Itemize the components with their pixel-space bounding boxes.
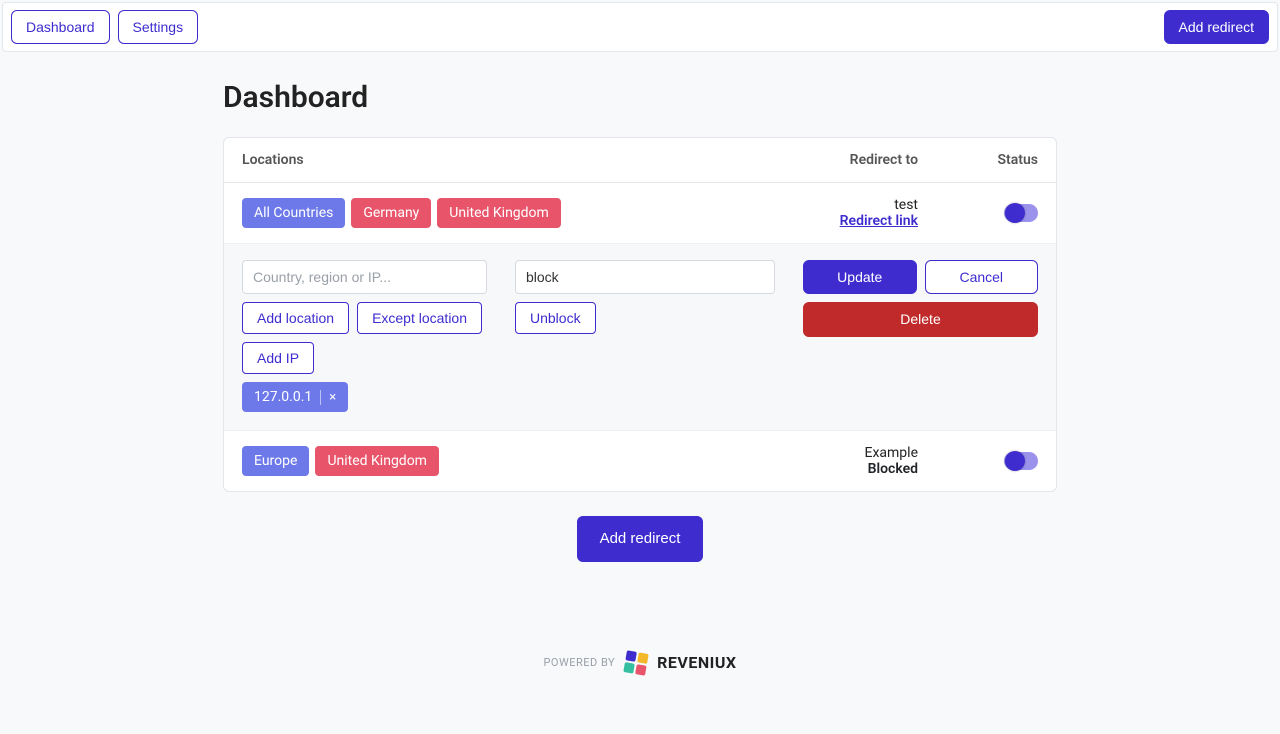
status-cell (918, 452, 1038, 470)
powered-by-label: POWERED BY (543, 656, 615, 669)
page-title: Dashboard (223, 80, 1057, 115)
message-input[interactable] (515, 260, 775, 294)
unblock-button[interactable]: Unblock (515, 302, 596, 334)
edit-actions: Update Cancel Delete (803, 260, 1038, 412)
ip-chip[interactable]: 127.0.0.1 × (242, 382, 348, 412)
add-ip-button[interactable]: Add IP (242, 342, 314, 374)
edit-left-col: Add location Except location Add IP 127.… (242, 260, 487, 412)
top-bar: Dashboard Settings Add redirect (2, 2, 1278, 52)
status-cell (918, 204, 1038, 222)
table-header: Locations Redirect to Status (224, 138, 1056, 183)
footer: POWERED BY REVENIUX (0, 622, 1280, 734)
except-location-button[interactable]: Except location (357, 302, 482, 334)
add-redirect-bottom-button[interactable]: Add redirect (577, 516, 704, 562)
location-tag[interactable]: United Kingdom (315, 446, 439, 476)
status-toggle[interactable] (1004, 452, 1038, 470)
location-tag[interactable]: United Kingdom (437, 198, 561, 228)
redirect-cell: Example Blocked (658, 445, 918, 477)
redirect-status-text: Blocked (658, 461, 918, 477)
page-container: Dashboard Locations Redirect to Status A… (215, 80, 1065, 562)
table-row: All Countries Germany United Kingdom tes… (224, 183, 1056, 244)
top-nav-left: Dashboard Settings (11, 10, 198, 44)
redirect-cell: test Redirect link (658, 197, 918, 229)
status-toggle[interactable] (1004, 204, 1038, 222)
location-tag[interactable]: Europe (242, 446, 309, 476)
location-tags: Europe United Kingdom (242, 446, 658, 476)
col-header-status: Status (918, 152, 1038, 168)
col-header-locations: Locations (242, 152, 658, 168)
brand-name: REVENIUX (657, 653, 736, 672)
location-input[interactable] (242, 260, 487, 294)
location-tag[interactable]: All Countries (242, 198, 345, 228)
add-location-button[interactable]: Add location (242, 302, 349, 334)
update-button[interactable]: Update (803, 260, 917, 294)
redirects-table: Locations Redirect to Status All Countri… (223, 137, 1057, 492)
nav-dashboard[interactable]: Dashboard (11, 10, 110, 44)
delete-button[interactable]: Delete (803, 302, 1038, 336)
edit-mid-col: Unblock (515, 260, 775, 412)
ip-chip-label: 127.0.0.1 (254, 389, 312, 405)
location-tags: All Countries Germany United Kingdom (242, 198, 658, 228)
cancel-button[interactable]: Cancel (925, 260, 1039, 294)
redirect-link[interactable]: Redirect link (840, 213, 918, 229)
col-header-redirect: Redirect to (658, 152, 918, 168)
location-tag[interactable]: Germany (351, 198, 431, 228)
brand-logo-icon (623, 650, 648, 675)
add-redirect-top-button[interactable]: Add redirect (1164, 10, 1269, 44)
location-button-row: Add location Except location Add IP (242, 302, 487, 374)
close-icon[interactable]: × (320, 390, 336, 405)
table-row: Europe United Kingdom Example Blocked (224, 431, 1056, 491)
edit-panel: Add location Except location Add IP 127.… (224, 244, 1056, 431)
ip-chip-row: 127.0.0.1 × (242, 382, 487, 412)
nav-settings[interactable]: Settings (118, 10, 199, 44)
redirect-name: Example (658, 445, 918, 461)
redirect-name: test (658, 197, 918, 213)
bottom-add-wrap: Add redirect (223, 516, 1057, 562)
